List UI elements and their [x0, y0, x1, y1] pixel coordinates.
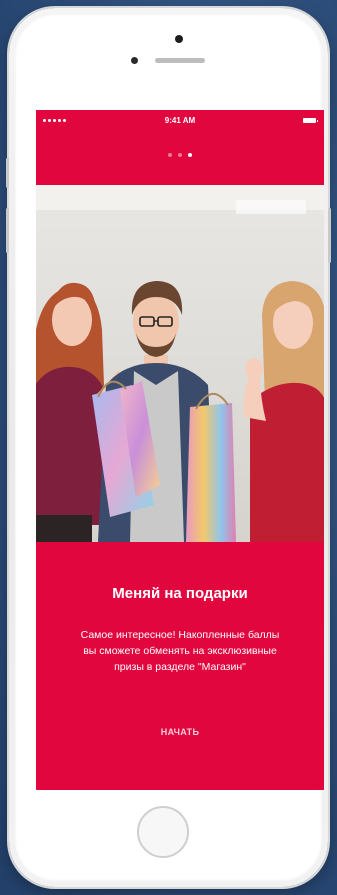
status-bar: 9:41 AM [36, 110, 324, 132]
onboarding-photo [36, 185, 324, 542]
app-screen: 9:41 AM Меняй на подарки Самое интересно… [36, 110, 324, 790]
slide-description-line: Самое интересное! Накопленные баллы [80, 629, 280, 641]
slide-description-line: призы в разделе "Магазин" [114, 661, 246, 673]
phone-side-button [6, 158, 9, 188]
slide-description-line: вы сможете обменять на эксклюзивные [83, 645, 277, 657]
page-dot[interactable] [168, 153, 172, 157]
status-time: 9:41 AM [164, 116, 196, 125]
slide-description: Самое интересное! Накопленные баллы вы с… [60, 627, 300, 675]
earpiece-speaker-icon [155, 58, 205, 63]
phone-power-button [328, 208, 331, 263]
slide-title: Меняй на подарки [112, 585, 248, 602]
battery-icon [303, 118, 318, 123]
proximity-sensor-icon [131, 57, 138, 64]
page-dot[interactable] [178, 153, 182, 157]
page-indicator [36, 153, 324, 157]
start-button[interactable]: НАЧАТЬ [140, 721, 220, 743]
home-button[interactable] [137, 806, 189, 858]
phone-volume-button [6, 208, 9, 253]
front-camera-icon [175, 35, 183, 43]
page-dot[interactable] [188, 153, 192, 157]
